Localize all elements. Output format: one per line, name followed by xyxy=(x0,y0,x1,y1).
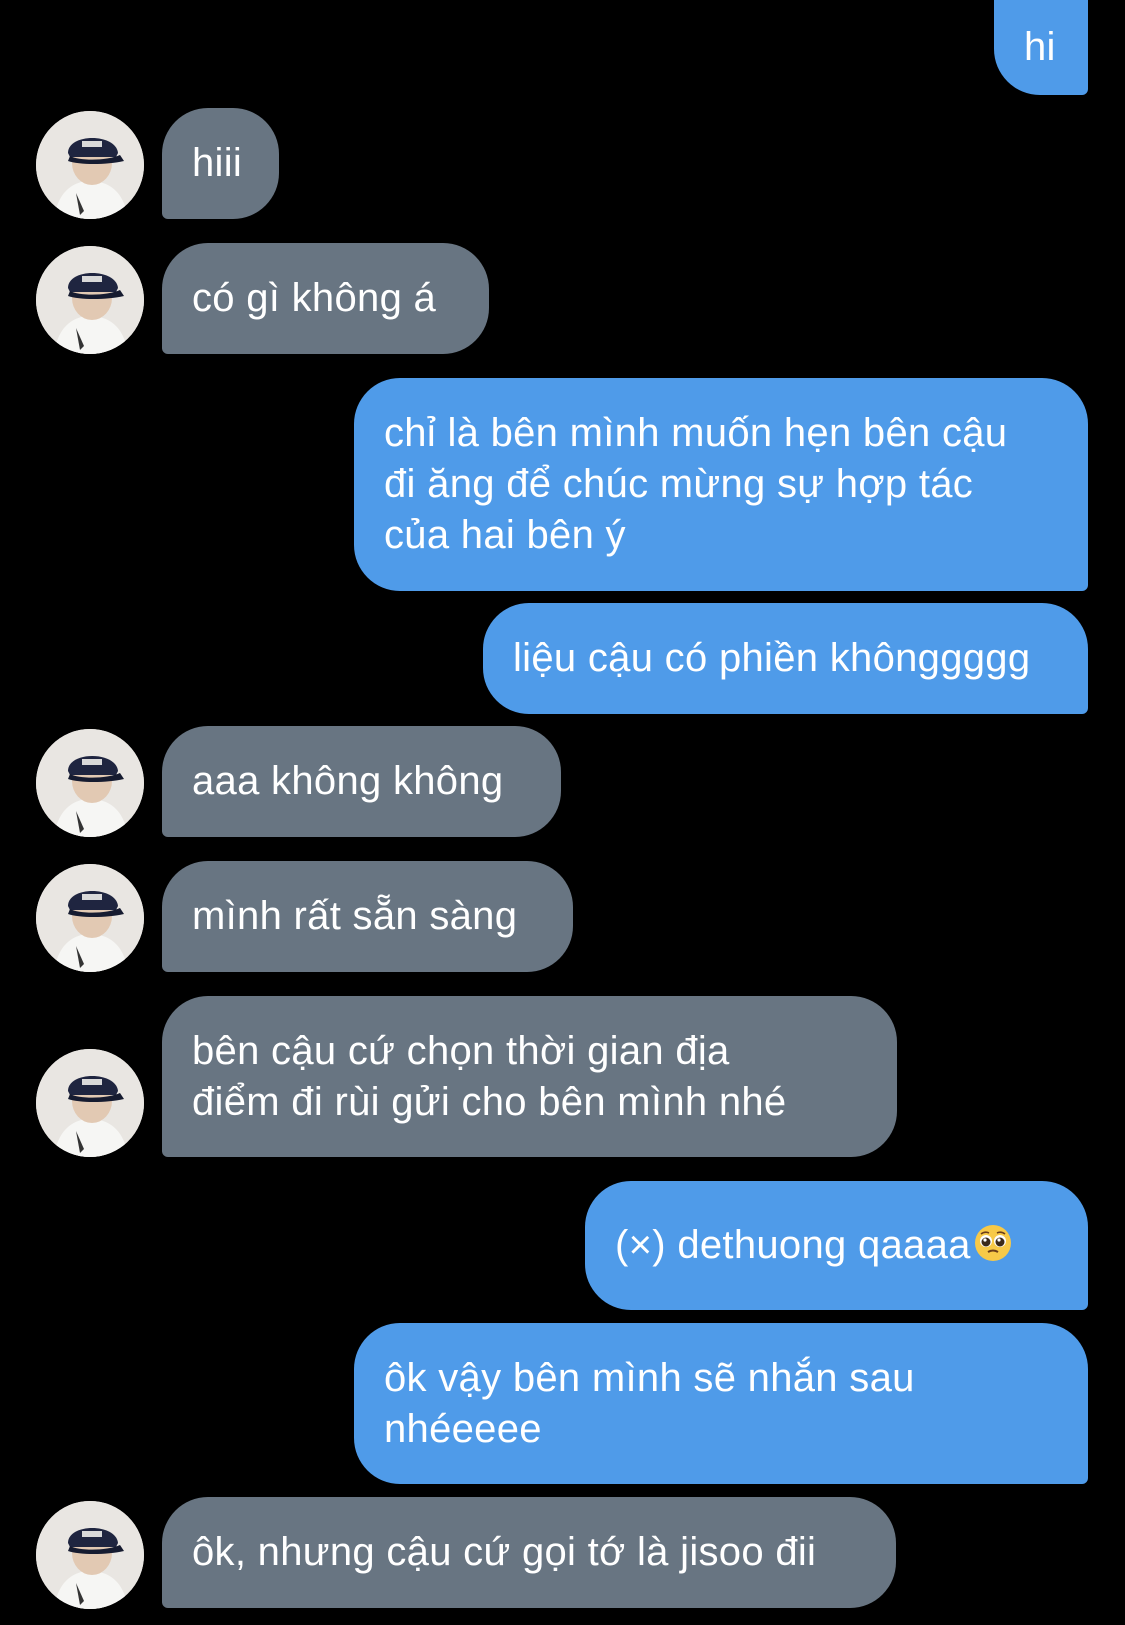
message-text: mình rất sẵn sàng xyxy=(192,894,518,938)
sent-message-bubble[interactable]: (×) dethuong qaaaa xyxy=(585,1181,1088,1310)
avatar[interactable] xyxy=(36,1501,144,1609)
message-text: hi xyxy=(1024,25,1056,69)
sent-message-bubble[interactable]: liệu cậu có phiền khônggggg xyxy=(483,603,1088,714)
message-text: hiii xyxy=(192,141,243,185)
profile-avatar-cap-icon xyxy=(36,1049,144,1157)
message-text: có gì không á xyxy=(192,276,437,320)
received-message-bubble[interactable]: có gì không á xyxy=(162,243,489,354)
profile-avatar-cap-icon xyxy=(36,864,144,972)
message-text: aaa không không xyxy=(192,759,504,803)
received-message-bubble[interactable]: ôk, nhưng cậu cứ gọi tớ là jisoo đii xyxy=(162,1497,896,1608)
message-text: ôk vậy bên mình sẽ nhắn sau nhéeeee xyxy=(384,1355,915,1451)
received-message-bubble[interactable]: aaa không không xyxy=(162,726,561,837)
message-text: ôk, nhưng cậu cứ gọi tớ là jisoo đii xyxy=(192,1530,817,1574)
message-text: bên cậu cứ chọn thời gian địa điểm đi rù… xyxy=(192,1028,787,1124)
message-text: (×) dethuong qaaaa xyxy=(615,1223,971,1267)
avatar[interactable] xyxy=(36,729,144,837)
profile-avatar-cap-icon xyxy=(36,729,144,837)
chat-thread[interactable]: hi hiii có gì không á chỉ là bên mình mu… xyxy=(0,0,1125,1625)
pleading-face-emoji xyxy=(974,1225,1011,1261)
profile-avatar-cap-icon xyxy=(36,246,144,354)
received-message-bubble[interactable]: mình rất sẵn sàng xyxy=(162,861,573,972)
profile-avatar-cap-icon xyxy=(36,1501,144,1609)
received-message-bubble[interactable]: bên cậu cứ chọn thời gian địa điểm đi rù… xyxy=(162,996,897,1157)
message-text: liệu cậu có phiền khônggggg xyxy=(513,636,1031,680)
sent-message-bubble[interactable]: chỉ là bên mình muốn hẹn bên cậu đi ăng … xyxy=(354,378,1088,591)
avatar[interactable] xyxy=(36,1049,144,1157)
avatar[interactable] xyxy=(36,111,144,219)
avatar[interactable] xyxy=(36,864,144,972)
message-text: chỉ là bên mình muốn hẹn bên cậu đi ăng … xyxy=(384,411,1008,557)
sent-message-bubble[interactable]: ôk vậy bên mình sẽ nhắn sau nhéeeee xyxy=(354,1323,1088,1484)
avatar[interactable] xyxy=(36,246,144,354)
received-message-bubble[interactable]: hiii xyxy=(162,108,279,219)
sent-message-bubble[interactable]: hi xyxy=(994,0,1088,95)
profile-avatar-cap-icon xyxy=(36,111,144,219)
